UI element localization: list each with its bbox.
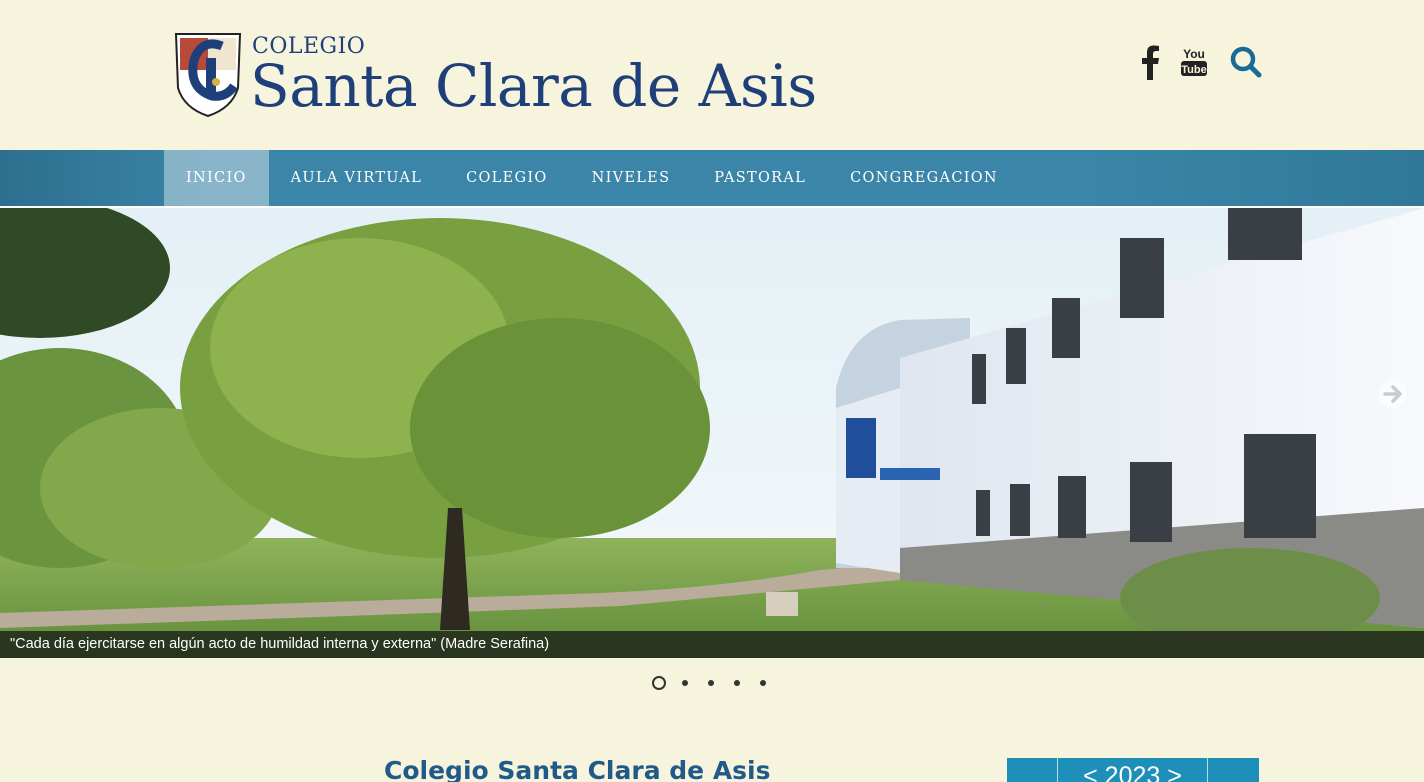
section-title: Colegio Santa Clara de Asis — [384, 756, 771, 782]
slider-pagination — [652, 676, 770, 690]
slide-image — [0, 208, 1424, 658]
svg-text:You: You — [1183, 47, 1205, 61]
slider-dot-3[interactable] — [704, 676, 718, 690]
nav-item-congregacion[interactable]: CONGREGACION — [828, 150, 1020, 206]
site-header: COLEGIO Santa Clara de Asis You Tube — [0, 0, 1424, 150]
facebook-icon[interactable] — [1138, 44, 1162, 80]
slider-dot-2[interactable] — [678, 676, 692, 690]
nav-items: INICIO AULA VIRTUAL COLEGIO NIVELES PAST… — [164, 150, 1020, 206]
arrow-right-icon[interactable] — [1377, 378, 1409, 410]
nav-shade-right — [1084, 150, 1424, 206]
year-selector[interactable]: < 2023 > — [1058, 762, 1207, 782]
slide-caption-bar: "Cada día ejercitarse en algún acto de h… — [0, 631, 1424, 658]
svg-text:Tube: Tube — [1181, 64, 1206, 76]
slider-dot-4[interactable] — [730, 676, 744, 690]
youtube-icon[interactable]: You Tube — [1178, 44, 1210, 80]
calendar-divider-right — [1207, 758, 1208, 782]
nav-item-aula-virtual[interactable]: AULA VIRTUAL — [269, 150, 444, 206]
nav-item-colegio[interactable]: COLEGIO — [444, 150, 570, 206]
logo-title[interactable]: Santa Clara de Asis — [250, 52, 817, 120]
slider-dot-5[interactable] — [756, 676, 770, 690]
slider-dot-1[interactable] — [652, 676, 666, 690]
slide-caption: "Cada día ejercitarse en algún acto de h… — [10, 636, 550, 652]
main-nav: INICIO AULA VIRTUAL COLEGIO NIVELES PAST… — [0, 150, 1424, 206]
calendar-year-widget: < 2023 > — [1007, 758, 1259, 782]
search-icon[interactable] — [1228, 44, 1264, 80]
school-crest-logo[interactable] — [172, 30, 244, 118]
nav-item-pastoral[interactable]: PASTORAL — [692, 150, 828, 206]
hero-slider: "Cada día ejercitarse en algún acto de h… — [0, 208, 1424, 658]
nav-item-inicio[interactable]: INICIO — [164, 150, 269, 206]
nav-item-niveles[interactable]: NIVELES — [570, 150, 693, 206]
